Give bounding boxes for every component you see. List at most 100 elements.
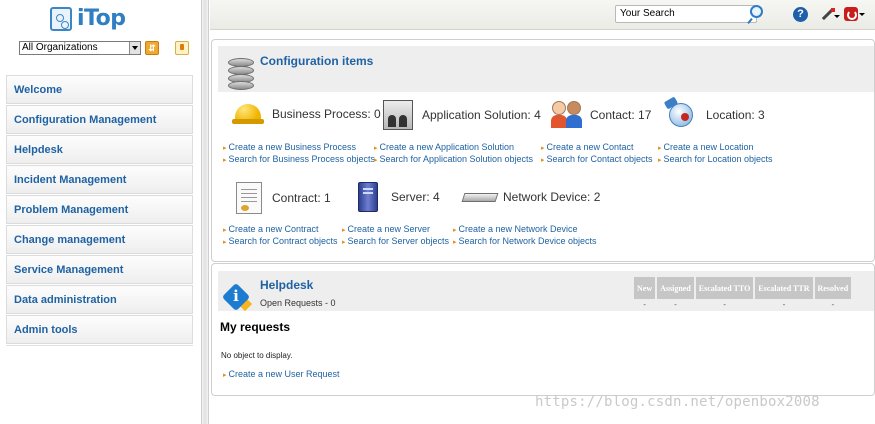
ci-label: Contact: 17 [590,108,652,122]
server-icon [358,182,378,212]
watermark: https://blog.csdn.net/openbox2008 [535,394,820,410]
menu-item-label: Change management [14,233,126,246]
ci-links-application-solution: Create a new Application Solution Search… [374,142,533,166]
ci-label: Location: 3 [706,108,765,122]
dashlet-title: Helpdesk [260,278,314,292]
menu-item-data-administration[interactable]: Data administration [6,285,193,314]
menu-item-label: Admin tools [14,323,78,336]
dashlet-title: Configuration items [260,54,374,68]
preferences-icon[interactable] [819,7,840,22]
logoff-icon[interactable] [844,6,865,22]
top-bar: Your Search ? [210,0,875,30]
search-contact-link[interactable]: Search for Contact objects [541,154,652,166]
dashlet-header: Configuration items [218,46,874,92]
create-business-process-link[interactable]: Create a new Business Process [223,142,375,154]
organization-select-value: All Organizations [22,42,98,53]
menu-item-welcome[interactable]: Welcome [6,75,193,104]
create-contact-link[interactable]: Create a new Contact [541,142,653,154]
create-server-link[interactable]: Create a new Server [342,224,449,236]
menu-item-label: Helpdesk [14,143,63,156]
network-device-icon [461,190,499,204]
empty-state-text: No object to display. [221,351,293,360]
menu-item-label: Incident Management [14,173,127,186]
info-icon: i [221,282,253,312]
search-application-solution-link[interactable]: Search for Application Solution objects [374,154,533,166]
open-requests-count: Open Requests - 0 [260,298,336,308]
search-location-link[interactable]: Search for Location objects [658,154,772,166]
menu-item-label: Problem Management [14,203,129,216]
menu-item-label: Configuration Management [14,113,157,126]
left-pane: iTop All Organizations ⇵ Welcome Configu… [0,0,201,424]
create-contract-link[interactable]: Create a new Contract [223,224,338,236]
helpdesk-stats-table: New Assigned Escalated TTO Escalated TTR… [632,277,853,309]
menu-item-change-management[interactable]: Change management [6,225,193,254]
column-header-resolved[interactable]: Resolved [814,277,852,299]
pin-icon[interactable] [175,41,189,55]
contract-icon [236,182,262,214]
column-header-escalated-ttr[interactable]: Escalated TTR [755,277,813,299]
search-icon[interactable] [747,4,767,24]
menu-item-admin-tools[interactable]: Admin tools [6,315,193,344]
ci-network-device[interactable]: Network Device: 2 [461,190,601,204]
search-contract-link[interactable]: Search for Contract objects [223,236,337,248]
table-cell: - [674,299,677,309]
search-business-process-link[interactable]: Search for Business Process objects [223,154,375,166]
itop-logo-icon [50,6,72,31]
table-cell: - [831,299,835,309]
helpdesk-dashlet: i Helpdesk Open Requests - 0 New Assigne… [211,263,875,396]
application-solution-icon [383,100,413,130]
org-filter-row: All Organizations ⇵ [19,41,189,55]
menu-item-helpdesk[interactable]: Helpdesk [6,135,193,164]
ci-label: Server: 4 [391,190,440,204]
ci-contact[interactable]: Contact: 17 [550,101,651,129]
create-user-request-link[interactable]: Create a new User Request [223,369,339,379]
search-placeholder: Your Search [620,8,675,19]
menu-item-label: Welcome [14,83,63,96]
menu-item-label: Service Management [14,263,124,276]
help-icon[interactable]: ? [793,7,808,22]
table-cell: - [723,299,726,309]
create-network-device-link[interactable]: Create a new Network Device [453,224,597,236]
create-location-link[interactable]: Create a new Location [658,142,773,154]
column-header-new[interactable]: New [634,277,656,299]
table-cell: - [643,299,646,309]
ci-links-business-process: Create a new Business Process Search for… [223,142,375,166]
contact-icon [550,101,584,129]
menu-item-label: Data administration [14,293,117,306]
ci-label: Network Device: 2 [503,190,601,204]
ci-business-process[interactable]: Business Process: 0 [232,102,381,126]
menu-item-service-management[interactable]: Service Management [6,255,193,284]
business-process-icon [232,102,264,126]
column-header-escalated-tto[interactable]: Escalated TTO [695,277,754,299]
logo-text: iTop [77,6,126,31]
table-cell: - [782,299,786,309]
ci-server[interactable]: Server: 4 [358,182,440,212]
chevron-down-icon[interactable] [129,42,140,54]
org-filter-icon[interactable]: ⇵ [145,41,159,55]
itop-logo[interactable]: iTop [50,6,126,31]
ci-label: Application Solution: 4 [422,108,541,122]
ci-links-network-device: Create a new Network Device Search for N… [453,224,597,248]
global-search-input[interactable]: Your Search [615,5,757,23]
my-requests-heading: My requests [220,320,291,334]
database-icon [228,58,254,90]
ci-links-location: Create a new Location Search for Locatio… [658,142,773,166]
column-header-assigned[interactable]: Assigned [657,277,694,299]
ci-contract[interactable]: Contract: 1 [236,182,331,214]
ci-location[interactable]: Location: 3 [663,96,765,131]
ci-label: Contract: 1 [272,191,331,205]
organization-select[interactable]: All Organizations [19,41,141,55]
ci-application-solution[interactable]: Application Solution: 4 [383,100,541,130]
ci-links-contact: Create a new Contact Search for Contact … [541,142,653,166]
menu-item-incident-management[interactable]: Incident Management [6,165,193,194]
search-network-device-link[interactable]: Search for Network Device objects [453,236,596,248]
menu-divider [6,345,193,346]
location-icon [663,96,697,131]
menu-item-configuration-management[interactable]: Configuration Management [6,105,193,134]
search-server-link[interactable]: Search for Server objects [342,236,449,248]
menu-item-problem-management[interactable]: Problem Management [6,195,193,224]
ci-links-server: Create a new Server Search for Server ob… [342,224,449,248]
pane-splitter[interactable] [201,0,209,424]
main-menu: Welcome Configuration Management Helpdes… [6,75,193,345]
create-application-solution-link[interactable]: Create a new Application Solution [374,142,533,154]
